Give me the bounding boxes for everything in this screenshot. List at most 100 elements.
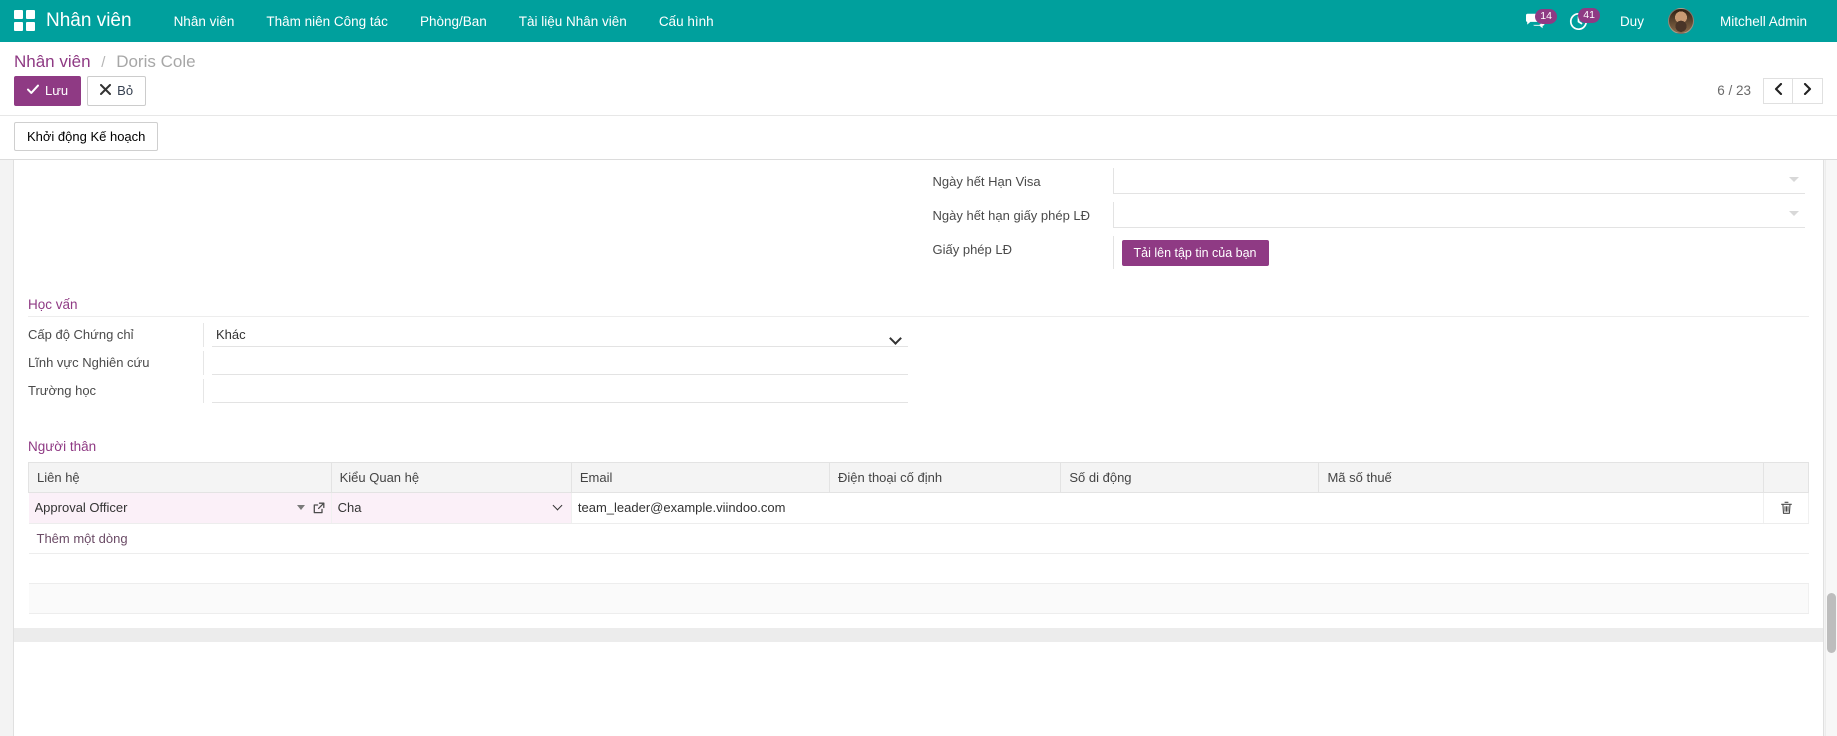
field-school-input[interactable]: [212, 379, 908, 403]
relatives-table-body: Approval Officer: [29, 492, 1809, 613]
top-navbar: Nhân viên Nhân viên Thâm niên Công tác P…: [0, 0, 1837, 42]
activities-badge: 41: [1578, 8, 1600, 24]
column-header-landline[interactable]: Điện thoại cố định: [829, 462, 1060, 492]
field-field-of-study-input[interactable]: [212, 351, 908, 375]
form-columns: Ngày hết Hạn Visa Ngày hết hạn giấy phép…: [14, 160, 1823, 273]
trash-icon[interactable]: [1764, 493, 1808, 523]
vertical-scrollbar[interactable]: [1825, 160, 1837, 736]
column-header-mobile[interactable]: Số di động: [1061, 462, 1319, 492]
messages-badge: 14: [1535, 9, 1557, 25]
apps-grid-icon[interactable]: [14, 10, 36, 32]
relatives-table: Liên hệ Kiểu Quan hệ Email Điện thoại cố…: [28, 462, 1809, 614]
left-gutter: [0, 160, 13, 736]
column-header-tax-id[interactable]: Mã số thuế: [1319, 462, 1764, 492]
relatives-table-wrapper: Liên hệ Kiểu Quan hệ Email Điện thoại cố…: [14, 462, 1823, 614]
breadcrumb: Nhân viên / Doris Cole: [14, 42, 1823, 76]
pager-next-button[interactable]: [1793, 78, 1823, 104]
control-panel: Nhân viên / Doris Cole Lưu Bỏ 6 / 23: [0, 42, 1837, 116]
chevron-left-icon: [1774, 83, 1783, 98]
calendar-caret-icon[interactable]: [1789, 177, 1799, 182]
external-link-icon[interactable]: [313, 502, 325, 514]
field-work-permit-expiry-input[interactable]: [1113, 202, 1806, 228]
save-button[interactable]: Lưu: [14, 76, 81, 106]
breadcrumb-root[interactable]: Nhân viên: [14, 52, 91, 71]
field-school-label: Trường học: [28, 383, 203, 398]
form-scroll-area: Ngày hết Hạn Visa Ngày hết hạn giấy phép…: [0, 160, 1837, 736]
cell-contact-value: Approval Officer: [35, 500, 291, 515]
table-filler-row: [29, 553, 1809, 583]
form-column-left: [14, 168, 919, 273]
table-row[interactable]: Approval Officer: [29, 492, 1809, 523]
chevron-down-icon[interactable]: [552, 501, 562, 511]
discard-button-label: Bỏ: [117, 82, 133, 100]
vertical-scrollbar-thumb[interactable]: [1827, 593, 1836, 653]
field-work-permit-upload: Tải lên tập tin của bạn: [1113, 236, 1806, 269]
close-icon: [100, 82, 111, 100]
menu-item-employees[interactable]: Nhân viên: [158, 4, 251, 39]
main-menu: Nhân viên Thâm niên Công tác Phòng/Ban T…: [158, 4, 730, 39]
relatives-table-head: Liên hệ Kiểu Quan hệ Email Điện thoại cố…: [29, 462, 1809, 492]
form-sheet: Ngày hết Hạn Visa Ngày hết hạn giấy phép…: [13, 160, 1824, 736]
user-avatar[interactable]: [1668, 8, 1694, 34]
field-work-permit-expiry: Ngày hết hạn giấy phép LĐ: [933, 202, 1806, 232]
cell-contact[interactable]: Approval Officer: [29, 492, 332, 523]
calendar-caret-icon[interactable]: [1789, 211, 1799, 216]
form-action-buttons: Lưu Bỏ 6 / 23: [14, 76, 1823, 115]
cell-relation[interactable]: Cha: [331, 492, 571, 523]
discard-button[interactable]: Bỏ: [87, 76, 146, 106]
list-bottom-strip: [14, 628, 1823, 642]
save-button-label: Lưu: [45, 82, 68, 100]
app-brand-title: Nhân viên: [46, 10, 132, 32]
cell-email-value: team_leader@example.viindoo.com: [578, 500, 1758, 515]
breadcrumb-current: Doris Cole: [116, 52, 195, 71]
menu-item-seniority[interactable]: Thâm niên Công tác: [250, 4, 404, 39]
certificate-level-select-wrap: Khác: [212, 323, 908, 347]
record-pager: 6 / 23: [1717, 78, 1823, 104]
field-visa-expiry: Ngày hết Hạn Visa: [933, 168, 1806, 198]
cell-relation-value: Cha: [338, 500, 548, 515]
field-visa-expiry-input[interactable]: [1113, 168, 1806, 194]
column-header-email[interactable]: Email: [571, 462, 829, 492]
field-work-permit: Giấy phép LĐ Tải lên tập tin của bạn: [933, 236, 1806, 269]
secondary-action-bar: Khởi động Kế hoạch: [0, 116, 1837, 160]
add-line-row[interactable]: Thêm một dòng: [29, 523, 1809, 553]
field-work-permit-label: Giấy phép LĐ: [933, 236, 1113, 259]
field-certificate-level-label: Cấp độ Chứng chỉ: [28, 327, 203, 342]
field-field-of-study-label: Lĩnh vực Nghiên cứu: [28, 355, 203, 370]
pager-previous-button[interactable]: [1763, 78, 1793, 104]
field-certificate-level: Cấp độ Chứng chỉ Khác: [28, 323, 908, 347]
field-school: Trường học: [28, 379, 908, 403]
column-header-relation[interactable]: Kiểu Quan hệ: [331, 462, 571, 492]
table-pad-row: [29, 583, 1809, 613]
company-switcher[interactable]: Duy: [1606, 4, 1658, 39]
breadcrumb-separator: /: [101, 54, 105, 71]
add-a-line-button[interactable]: Thêm một dòng: [29, 524, 1809, 553]
relatives-group: Người thân: [14, 407, 1823, 458]
messages-button[interactable]: 14: [1519, 9, 1559, 34]
education-group: Học vấn Cấp độ Chứng chỉ Khác Lĩnh vực N…: [14, 273, 1823, 403]
education-fields: Cấp độ Chứng chỉ Khác Lĩnh vực Nghiên cứ…: [28, 323, 908, 403]
check-icon: [27, 82, 39, 100]
education-group-title: Học vấn: [28, 291, 1809, 317]
field-certificate-level-select[interactable]: Khác: [212, 323, 908, 347]
menu-item-employee-documents[interactable]: Tài liệu Nhân viên: [503, 4, 643, 39]
cell-email[interactable]: team_leader@example.viindoo.com: [571, 492, 1764, 523]
field-field-of-study: Lĩnh vực Nghiên cứu: [28, 351, 908, 375]
user-menu[interactable]: Mitchell Admin: [1706, 4, 1821, 39]
menu-item-departments[interactable]: Phòng/Ban: [404, 4, 503, 39]
menu-item-configuration[interactable]: Cấu hình: [643, 4, 730, 39]
launch-plan-button[interactable]: Khởi động Kế hoạch: [14, 122, 158, 151]
chevron-right-icon: [1803, 83, 1812, 98]
table-header-row: Liên hệ Kiểu Quan hệ Email Điện thoại cố…: [29, 462, 1809, 492]
field-work-permit-expiry-label: Ngày hết hạn giấy phép LĐ: [933, 202, 1113, 225]
cell-actions: [1764, 492, 1809, 523]
upload-file-button[interactable]: Tải lên tập tin của bạn: [1122, 240, 1269, 266]
navbar-right: 14 41 Duy Mitchell Admin: [1519, 4, 1825, 39]
column-header-contact[interactable]: Liên hệ: [29, 462, 332, 492]
chevron-down-icon[interactable]: [297, 505, 305, 510]
pager-counter: 6 / 23: [1717, 83, 1751, 98]
column-header-actions: [1764, 462, 1809, 492]
field-visa-expiry-label: Ngày hết Hạn Visa: [933, 168, 1113, 191]
activities-button[interactable]: 41: [1563, 8, 1602, 35]
relatives-group-title: Người thân: [28, 433, 1809, 458]
